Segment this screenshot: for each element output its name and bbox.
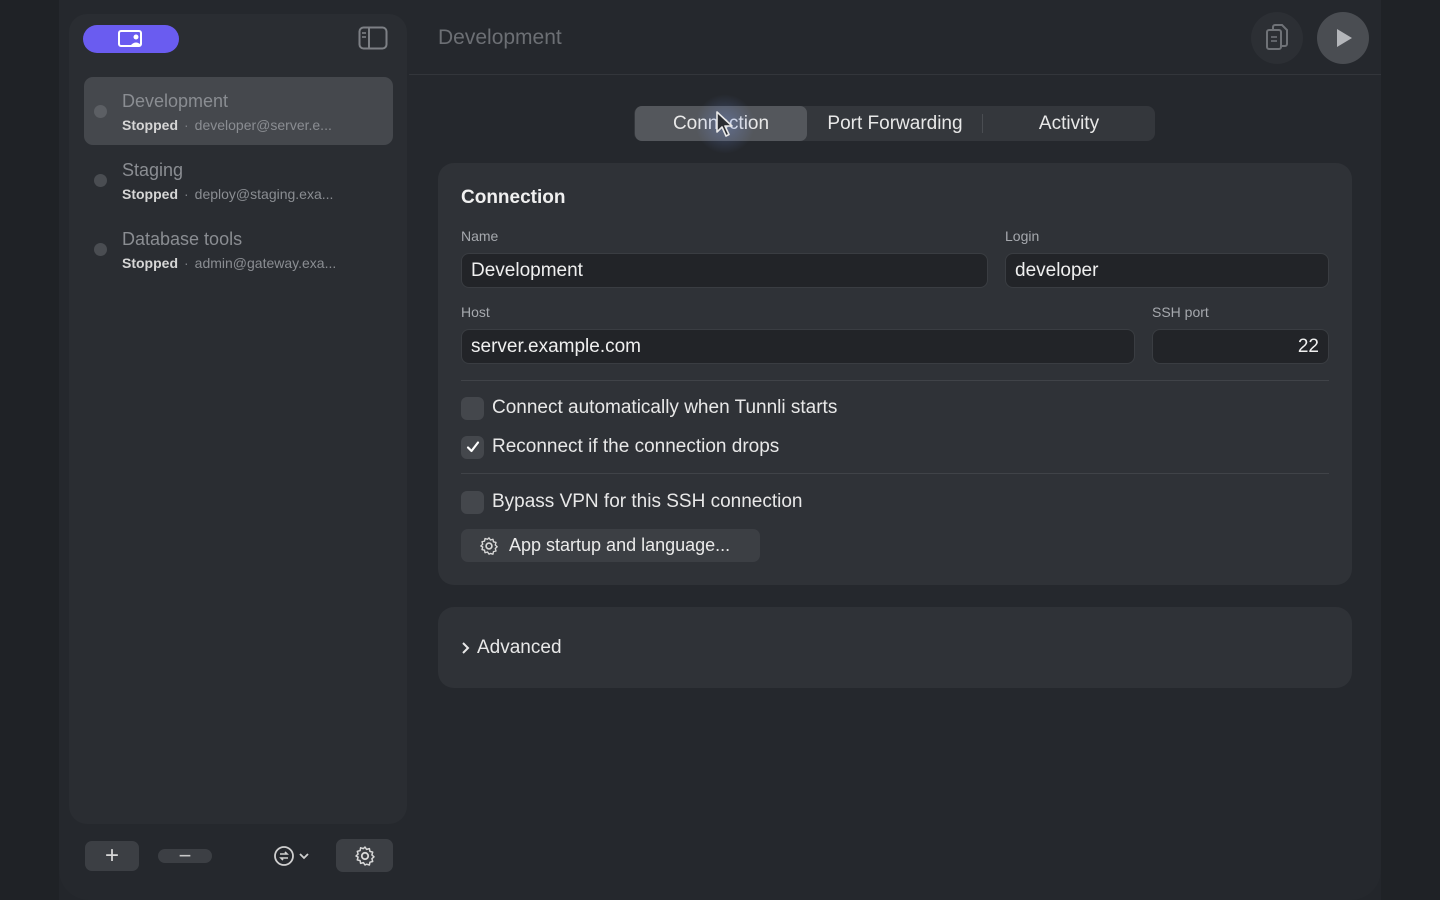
connection-item-name: Staging: [122, 160, 184, 180]
connection-panel: Connection Name Development Login develo…: [438, 163, 1352, 585]
gear-icon: [354, 845, 375, 866]
duplicate-button[interactable]: [1251, 12, 1303, 64]
connection-item-status: Stopped: [122, 186, 178, 202]
section-title: Connection: [461, 187, 566, 208]
name-field[interactable]: Development: [461, 253, 988, 288]
host-label: Host: [461, 304, 490, 320]
sidebar-toggle-icon: [358, 26, 388, 50]
connection-item-detail: admin@gateway.exa...: [194, 255, 337, 271]
play-icon: [1337, 29, 1352, 47]
separator-dot: ·: [184, 186, 189, 202]
app-startup-button[interactable]: App startup and language...: [461, 529, 760, 562]
login-field[interactable]: developer: [1005, 253, 1329, 288]
divider: [461, 380, 1329, 381]
desktop-background-left: [0, 0, 59, 900]
tab-activity[interactable]: Activity: [983, 106, 1155, 141]
header-divider: [409, 74, 1381, 75]
advanced-panel: Advanced: [438, 607, 1352, 688]
advanced-disclosure[interactable]: Advanced: [461, 637, 562, 659]
status-dot: [94, 243, 107, 256]
bypass-vpn-label: Bypass VPN for this SSH connection: [492, 491, 803, 512]
name-label: Name: [461, 228, 499, 244]
auto-connect-label: Connect automatically when Tunnli starts: [492, 397, 838, 418]
connection-item-subtitle: Stopped · developer@server.e...: [122, 117, 332, 133]
login-label: Login: [1005, 228, 1040, 244]
tab-bar: Connection Port Forwarding Activity: [634, 106, 1155, 141]
host-field[interactable]: server.example.com: [461, 329, 1135, 364]
import-export-menu[interactable]: [268, 841, 314, 871]
checkbox-unchecked: [461, 490, 484, 514]
advanced-label: Advanced: [477, 637, 562, 658]
copy-icon: [1266, 24, 1288, 50]
connection-item-status: Stopped: [122, 117, 178, 133]
reconnect-checkbox[interactable]: Reconnect if the connection drops: [461, 435, 779, 459]
bypass-vpn-checkbox[interactable]: Bypass VPN for this SSH connection: [461, 490, 802, 514]
tab-port-forwarding[interactable]: Port Forwarding: [808, 106, 982, 141]
checkbox-checked: [461, 435, 484, 459]
connection-item-subtitle: Stopped · admin@gateway.exa...: [122, 255, 336, 271]
divider: [461, 473, 1329, 474]
chevron-right-icon: [462, 642, 470, 654]
chevron-down-icon: [298, 853, 309, 860]
sync-arrows-icon: [273, 846, 294, 866]
auto-connect-checkbox[interactable]: Connect automatically when Tunnli starts: [461, 396, 837, 420]
connection-item-name: Database tools: [122, 229, 243, 249]
settings-button[interactable]: [336, 839, 393, 872]
minus-icon: −: [178, 843, 192, 868]
connection-item-staging[interactable]: Staging Stopped · deploy@staging.exa...: [84, 146, 393, 214]
separator-dot: ·: [184, 117, 189, 133]
remove-connection-button[interactable]: −: [158, 843, 212, 868]
connection-item-subtitle: Stopped · deploy@staging.exa...: [122, 186, 333, 202]
connection-item-database-tools[interactable]: Database tools Stopped · admin@gateway.exa…: [84, 215, 393, 283]
connection-item-development[interactable]: Development Stopped · developer@server.e..…: [84, 77, 393, 145]
ssh-port-label: SSH port: [1152, 304, 1209, 320]
app-window: Development Stopped · developer@server.e..…: [59, 0, 1381, 900]
reconnect-label: Reconnect if the connection drops: [492, 436, 780, 457]
tunnels-view-button[interactable]: [83, 25, 179, 53]
tunnel-device-icon: [118, 30, 142, 47]
start-connection-button[interactable]: [1317, 12, 1369, 64]
add-connection-button[interactable]: +: [85, 841, 139, 871]
app-startup-label: App startup and language...: [509, 535, 731, 555]
checkmark-icon: [466, 441, 479, 453]
ssh-port-field[interactable]: 22: [1152, 329, 1329, 364]
gear-icon: [480, 536, 498, 555]
connection-item-name: Development: [122, 91, 229, 111]
tab-connection[interactable]: Connection: [635, 106, 807, 141]
connection-item-detail: developer@server.e...: [194, 117, 332, 133]
desktop-background-right: [1381, 0, 1440, 900]
connection-item-detail: deploy@staging.exa...: [194, 186, 334, 202]
connection-item-status: Stopped: [122, 255, 178, 271]
sidebar-toggle-button[interactable]: [358, 26, 388, 50]
checkbox-unchecked: [461, 396, 484, 420]
plus-icon: +: [104, 842, 119, 869]
separator-dot: ·: [184, 255, 189, 271]
status-dot: [94, 174, 107, 187]
window-title: Development: [438, 26, 562, 49]
status-dot: [94, 105, 107, 118]
